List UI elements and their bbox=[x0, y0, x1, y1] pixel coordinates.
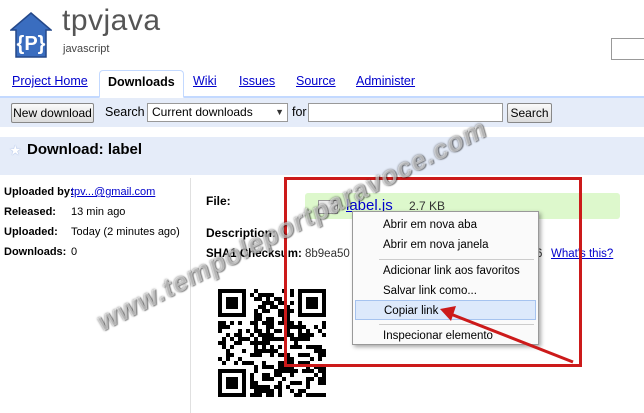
meta-downloads-label: Downloads: bbox=[4, 246, 67, 258]
column-divider bbox=[190, 178, 191, 413]
page-title-bar: ★ Download: label bbox=[0, 137, 644, 175]
menu-item-inspect-element[interactable]: Inspecionar elemento bbox=[353, 326, 538, 346]
tab-wiki[interactable]: Wiki bbox=[193, 74, 217, 88]
meta-released-label: Released: bbox=[4, 206, 56, 218]
search-scope-value: Current downloads bbox=[152, 105, 253, 119]
star-icon[interactable]: ★ bbox=[9, 142, 22, 159]
link-context-menu: Abrir em nova aba Abrir em nova janela A… bbox=[352, 211, 539, 345]
file-label: File: bbox=[206, 194, 231, 208]
menu-item-bookmark-link[interactable]: Adicionar link aos favoritos bbox=[353, 261, 538, 281]
menu-separator bbox=[379, 259, 534, 260]
meta-downloads-value: 0 bbox=[71, 246, 78, 258]
description-label: Description: bbox=[206, 226, 277, 240]
meta-uploaded-label: Uploaded: bbox=[4, 226, 58, 238]
page-title: Download: label bbox=[27, 141, 143, 158]
meta-uploaded-value: Today (2 minutes ago) bbox=[71, 226, 180, 238]
meta-uploaded-by-label: Uploaded by: bbox=[4, 186, 74, 198]
menu-item-open-new-window[interactable]: Abrir em nova janela bbox=[353, 235, 538, 255]
dropdown-arrow-icon: ▼ bbox=[275, 107, 284, 117]
svg-text:{P}: {P} bbox=[17, 33, 46, 55]
project-search-input[interactable] bbox=[611, 38, 644, 60]
menu-item-open-new-tab[interactable]: Abrir em nova aba bbox=[353, 215, 538, 235]
tab-administer[interactable]: Administer bbox=[356, 74, 415, 88]
downloads-toolbar: New download Search Current downloads ▼ … bbox=[0, 97, 644, 127]
new-download-button[interactable]: New download bbox=[11, 103, 94, 123]
menu-separator bbox=[379, 324, 534, 325]
project-summary: javascript bbox=[63, 43, 110, 55]
search-button[interactable]: Search bbox=[507, 103, 552, 123]
tab-downloads[interactable]: Downloads bbox=[99, 70, 184, 98]
for-label: for bbox=[292, 105, 307, 119]
project-logo-icon[interactable]: {P} bbox=[8, 12, 54, 58]
menu-item-copy-link[interactable]: Copiar link bbox=[355, 300, 536, 320]
uploader-link[interactable]: tpv...@gmail.com bbox=[71, 186, 155, 198]
tab-project-home[interactable]: Project Home bbox=[12, 74, 88, 88]
search-input[interactable] bbox=[308, 103, 503, 122]
project-name[interactable]: tpvjava bbox=[62, 4, 161, 38]
tab-bar: Project Home Downloads Wiki Issues Sourc… bbox=[0, 70, 644, 98]
tab-source[interactable]: Source bbox=[296, 74, 336, 88]
menu-item-save-link-as[interactable]: Salvar link como... bbox=[353, 281, 538, 301]
search-scope-select[interactable]: Current downloads ▼ bbox=[147, 103, 288, 122]
tab-issues[interactable]: Issues bbox=[239, 74, 275, 88]
meta-released-value: 13 min ago bbox=[71, 206, 126, 218]
search-label: Search bbox=[105, 105, 145, 119]
